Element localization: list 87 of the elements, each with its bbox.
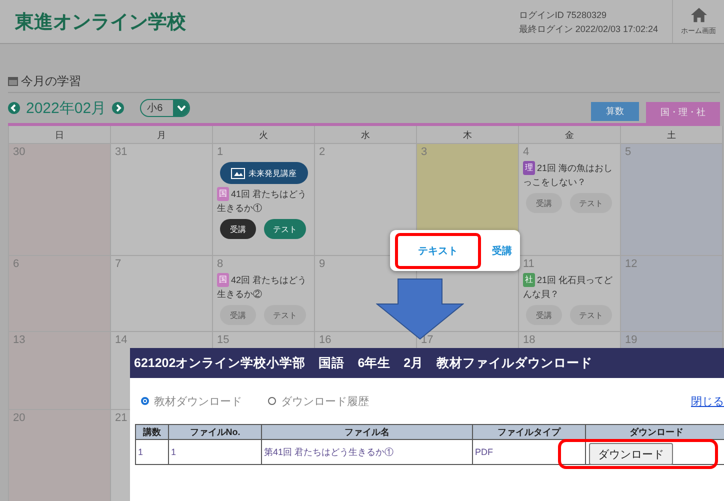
attend-button[interactable]: 受講 (526, 305, 562, 325)
radio-option[interactable]: 教材ダウンロード (141, 394, 242, 408)
column-header: ファイルタイプ (472, 424, 586, 440)
column-header: ファイルNo. (168, 424, 262, 440)
subject-tab[interactable]: 国・理・社 (646, 102, 720, 123)
previous-month-icon[interactable] (8, 102, 20, 114)
close-link[interactable]: 閉じる (691, 394, 724, 408)
grade-select[interactable]: 小6 (140, 99, 190, 117)
day-number: 14 (115, 334, 128, 346)
lesson-title[interactable]: 理 21回 海の魚はおしっこをしない？ (523, 161, 619, 189)
subject-badge: 理 (523, 161, 535, 175)
section-title: 今月の学習 (21, 72, 81, 90)
calendar-cell[interactable]: 11 社 21回 化石貝ってどんな貝？ 受講 テスト (519, 256, 621, 332)
weekday-header: 金 (519, 126, 621, 144)
day-number: 31 (115, 146, 128, 158)
lesson-title[interactable]: 国 41回 君たちはどう生きるか① (217, 187, 313, 215)
table-cell: 1 (136, 440, 168, 464)
day-number: 9 (319, 258, 326, 270)
calendar-cell[interactable]: 8 国 42回 君たちはどう生きるか② 受講 テスト (213, 256, 315, 332)
test-button[interactable]: テスト (264, 305, 306, 325)
month-label: 2022年02月 (26, 98, 106, 118)
calendar-cell[interactable]: 31 (111, 144, 213, 256)
video-icon (230, 168, 244, 178)
lesson-title[interactable]: 国 42回 君たちはどう生きるか② (217, 273, 313, 301)
day-number: 5 (625, 146, 632, 158)
day-number: 6 (13, 258, 20, 270)
day-number: 3 (421, 146, 428, 158)
login-id: ログインID 75280329 (518, 8, 608, 22)
column-header: ファイル名 (262, 424, 472, 440)
day-number: 13 (13, 334, 26, 346)
test-button[interactable]: テスト (570, 305, 612, 325)
subject-tab[interactable]: 算数 (591, 102, 639, 121)
day-number: 21 (115, 412, 128, 424)
calendar-cell[interactable]: 4 理 21回 海の魚はおしっこをしない？ 受講 テスト (519, 144, 621, 256)
attend-button[interactable]: 受講 (526, 193, 562, 213)
day-number: 1 (217, 146, 224, 158)
table-cell: PDF (472, 440, 586, 464)
calendar-cell[interactable]: 6 (9, 256, 111, 332)
subject-badge: 国 (217, 273, 229, 287)
calendar-cell[interactable]: 30 (9, 144, 111, 256)
day-number: 30 (13, 146, 26, 158)
day-number: 20 (13, 412, 26, 424)
chevron-down-icon (176, 105, 186, 111)
calendar-cell[interactable]: 13 (9, 332, 111, 410)
test-button[interactable]: テスト (570, 193, 612, 213)
next-month-icon[interactable] (112, 102, 124, 114)
day-number: 8 (217, 258, 224, 270)
table-cell: 第41回 君たちはどう生きるか① (262, 440, 472, 464)
day-number: 4 (523, 146, 530, 158)
attend-button[interactable]: 受講 (220, 305, 256, 325)
dialog-title: 621202オンライン学校小学部 国語 6年生 2月 教材ファイルダウンロード (130, 348, 724, 378)
day-number: 18 (523, 334, 536, 346)
weekday-header: 火 (213, 126, 315, 144)
weekday-header: 木 (417, 126, 519, 144)
site-logo[interactable]: 東進オンライン学校 (15, 8, 519, 34)
day-number: 2 (319, 146, 326, 158)
subject-badge: 国 (217, 187, 229, 201)
day-number: 11 (523, 258, 534, 270)
column-header: ダウンロード (586, 424, 724, 440)
last-login: 最終ログイン 2022/02/03 17:02:24 (518, 22, 658, 36)
test-button[interactable]: テスト (264, 219, 306, 239)
calendar-cell[interactable]: 5 (621, 144, 723, 256)
day-number: 19 (625, 334, 638, 346)
table-cell: 1 (168, 440, 262, 464)
download-button[interactable]: ダウンロード (589, 443, 673, 465)
calendar-cell[interactable]: 1 未来発見講座 国 41回 君たちはどう生きるか① 受講 テスト (213, 144, 315, 256)
weekday-header: 日 (9, 126, 111, 144)
weekday-header: 水 (315, 126, 417, 144)
calendar-icon (8, 76, 18, 86)
calendar-cell[interactable]: 20 (9, 410, 111, 501)
home-icon (690, 7, 708, 23)
course-button[interactable]: 未来発見講座 (220, 162, 308, 184)
calendar-cell[interactable]: 12 (621, 256, 723, 332)
calendar-cell[interactable]: 2 (315, 144, 417, 256)
day-number: 15 (217, 334, 230, 346)
day-number: 7 (115, 258, 122, 270)
attend-button[interactable]: 受講 (220, 219, 256, 239)
calendar-cell[interactable]: 7 (111, 256, 213, 332)
subject-badge: 社 (523, 273, 535, 287)
radio-option[interactable]: ダウンロード履歴 (268, 394, 369, 408)
weekday-header: 土 (621, 126, 723, 144)
weekday-header: 月 (111, 126, 213, 144)
lesson-title[interactable]: 社 21回 化石貝ってどんな貝？ (523, 273, 619, 301)
popup-option[interactable]: テキスト (395, 232, 481, 268)
day-number: 12 (625, 258, 638, 270)
column-header: 講数 (136, 424, 168, 440)
day-number: 16 (319, 334, 332, 346)
